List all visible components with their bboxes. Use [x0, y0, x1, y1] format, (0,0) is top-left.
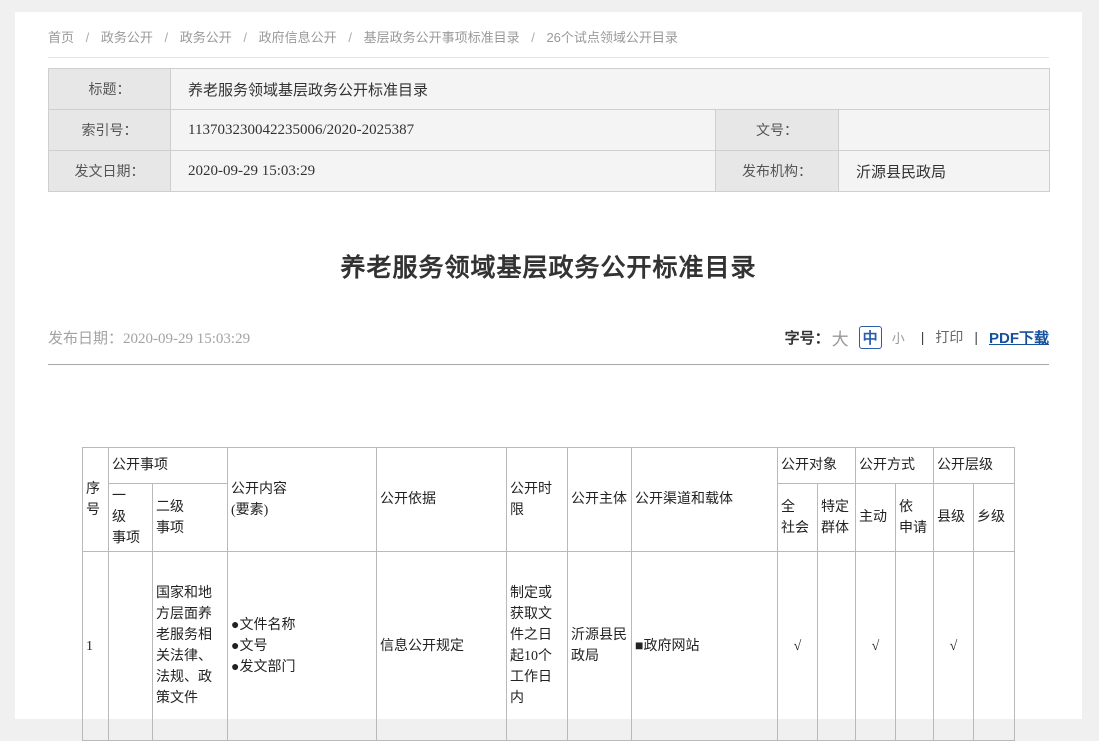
font-size-medium-button[interactable]: 中 — [859, 326, 882, 349]
font-size-large-button[interactable]: 大 — [832, 325, 849, 350]
meta-title-label: 标题： — [49, 69, 171, 110]
toolbar-divider: | — [921, 329, 925, 345]
cell-audience-all: √ — [778, 552, 818, 741]
meta-date-label: 发文日期： — [49, 151, 171, 192]
cell-time-limit: 制定或获取文件之日起10个工作日内 — [507, 552, 568, 741]
publish-date-value: 2020-09-29 15:03:29 — [123, 331, 250, 347]
font-size-small-button[interactable]: 小 — [892, 328, 905, 347]
header-method-proactive: 主动 — [856, 484, 896, 552]
print-button[interactable]: 打印 — [935, 327, 963, 347]
toolbar-divider: | — [974, 329, 978, 345]
header-channel: 公开渠道和载体 — [632, 448, 778, 552]
header-basis: 公开依据 — [377, 448, 507, 552]
publish-info-bar: 发布日期：2020-09-29 15:03:29 字号： 大 中 小 | 打印 … — [48, 324, 1049, 350]
meta-agency-label: 发布机构： — [716, 151, 839, 192]
meta-row-date: 发文日期： 2020-09-29 15:03:29 发布机构： 沂源县民政局 — [49, 151, 1050, 192]
cell-item-level2: 国家和地方层面养老服务相关法律、法规、政策文件 — [153, 552, 228, 741]
meta-index-value: 113703230042235006/2020-2025387 — [171, 110, 716, 151]
content-card: 首页 / 政务公开 / 政务公开 / 政府信息公开 / 基层政务公开事项标准目录… — [15, 12, 1082, 719]
header-method-group: 公开方式 — [856, 448, 934, 484]
cell-method-on-request — [896, 552, 934, 741]
cell-content: ●文件名称 ●文号 ●发文部门 — [228, 552, 377, 741]
cell-basis: 信息公开规定 — [377, 552, 507, 741]
meta-docno-value — [839, 110, 1050, 151]
breadcrumb-item-gov-info[interactable]: 政府信息公开 — [259, 30, 337, 45]
pdf-download-link[interactable]: PDF下载 — [989, 327, 1049, 348]
breadcrumb-item-standard-directory[interactable]: 基层政务公开事项标准目录 — [364, 30, 520, 45]
publish-date-label: 发布日期： — [48, 330, 123, 347]
article-divider-line — [48, 364, 1049, 365]
breadcrumb-item-zwgk-1[interactable]: 政务公开 — [101, 30, 153, 45]
article-toolbar: 字号： 大 中 小 | 打印 | PDF下载 — [785, 325, 1049, 350]
cell-method-proactive: √ — [856, 552, 896, 741]
cell-channel: ■政府网站 — [632, 552, 778, 741]
header-level-group: 公开层级 — [934, 448, 1015, 484]
cell-level-township — [974, 552, 1015, 741]
table-row: 1 国家和地方层面养老服务相关法律、法规、政策文件 ●文件名称 ●文号 ●发文部… — [83, 552, 1015, 741]
header-time-limit: 公开时限 — [507, 448, 568, 552]
meta-title-value: 养老服务领域基层政务公开标准目录 — [171, 69, 1050, 110]
meta-agency-value: 沂源县民政局 — [839, 151, 1050, 192]
meta-date-value: 2020-09-29 15:03:29 — [171, 151, 716, 192]
breadcrumb-separator: / — [243, 30, 247, 45]
disclosure-standards-table: 序号 公开事项 公开内容 (要素) 公开依据 公开时限 公开主体 公开渠道和载体… — [82, 447, 1015, 741]
breadcrumb-item-pilot-directory[interactable]: 26个试点领域公开目录 — [546, 30, 677, 45]
header-item-level1: 一 级 事项 — [109, 484, 153, 552]
cell-subject: 沂源县民政局 — [568, 552, 632, 741]
table-header-row-1: 序号 公开事项 公开内容 (要素) 公开依据 公开时限 公开主体 公开渠道和载体… — [83, 448, 1015, 484]
article-title: 养老服务领域基层政务公开标准目录 — [48, 250, 1049, 286]
header-subject: 公开主体 — [568, 448, 632, 552]
publish-date: 发布日期：2020-09-29 15:03:29 — [48, 327, 250, 348]
breadcrumb-separator: / — [86, 30, 90, 45]
header-audience-all: 全 社会 — [778, 484, 818, 552]
cell-audience-specific — [818, 552, 856, 741]
header-level-county: 县级 — [934, 484, 974, 552]
meta-row-index: 索引号： 113703230042235006/2020-2025387 文号： — [49, 110, 1050, 151]
meta-docno-label: 文号： — [716, 110, 839, 151]
header-method-on-request: 依 申请 — [896, 484, 934, 552]
header-level-township: 乡级 — [974, 484, 1015, 552]
header-item-group: 公开事项 — [109, 448, 228, 484]
font-size-label: 字号： — [785, 327, 830, 348]
header-content: 公开内容 (要素) — [228, 448, 377, 552]
header-seq: 序号 — [83, 448, 109, 552]
meta-index-label: 索引号： — [49, 110, 171, 151]
breadcrumb-separator: / — [165, 30, 169, 45]
breadcrumb-item-home[interactable]: 首页 — [48, 30, 74, 45]
breadcrumb-separator: / — [531, 30, 535, 45]
header-item-level2: 二级 事项 — [153, 484, 228, 552]
breadcrumb: 首页 / 政务公开 / 政务公开 / 政府信息公开 / 基层政务公开事项标准目录… — [48, 28, 1049, 48]
breadcrumb-separator: / — [348, 30, 352, 45]
breadcrumb-divider-line — [48, 57, 1049, 58]
document-meta-table: 标题： 养老服务领域基层政务公开标准目录 索引号： 11370323004223… — [48, 68, 1050, 192]
meta-row-title: 标题： 养老服务领域基层政务公开标准目录 — [49, 69, 1050, 110]
header-audience-group: 公开对象 — [778, 448, 856, 484]
header-audience-specific: 特定 群体 — [818, 484, 856, 552]
cell-item-level1 — [109, 552, 153, 741]
cell-level-county: √ — [934, 552, 974, 741]
breadcrumb-item-zwgk-2[interactable]: 政务公开 — [180, 30, 232, 45]
cell-seq: 1 — [83, 552, 109, 741]
